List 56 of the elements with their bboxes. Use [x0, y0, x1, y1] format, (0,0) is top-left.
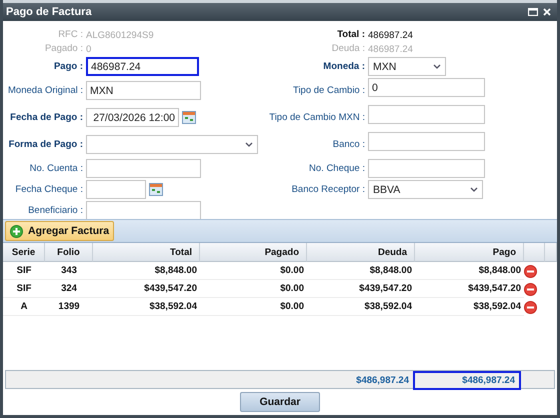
date-field[interactable]	[86, 180, 146, 199]
text-field[interactable]	[86, 159, 201, 178]
caret-icon	[245, 142, 253, 147]
column-header[interactable]: Deuda	[307, 243, 415, 262]
field-label: Deuda :	[330, 43, 365, 55]
field-label: Fecha Cheque :	[14, 184, 83, 196]
remove-icon[interactable]	[524, 282, 537, 296]
calendar-icon[interactable]	[182, 111, 196, 124]
column-header[interactable]: Pagado	[200, 243, 307, 262]
text-field[interactable]: MXN	[86, 81, 201, 100]
calendar-icon[interactable]	[149, 183, 163, 196]
dropdown[interactable]	[86, 135, 258, 154]
plus-icon	[10, 224, 23, 238]
field-value: 0	[86, 44, 92, 54]
summary-value: $486,987.24	[413, 371, 521, 390]
save-button[interactable]: Guardar	[240, 392, 320, 412]
dropdown[interactable]: MXN	[368, 57, 446, 76]
text-field[interactable]: 0	[368, 78, 485, 97]
add-invoice-button[interactable]: Agregar Factura	[5, 221, 114, 241]
field-label: Moneda :	[322, 60, 365, 72]
field-value: 486987.24	[368, 44, 413, 54]
field-label: Total :	[336, 29, 365, 41]
column-header[interactable]: Folio	[45, 243, 93, 262]
field-value: 486987.24	[368, 30, 413, 40]
field-label: No. Cheque :	[308, 162, 365, 174]
close-icon[interactable]	[543, 8, 551, 16]
text-field[interactable]	[368, 159, 485, 178]
dropdown[interactable]: BBVA	[368, 180, 483, 199]
field-label: Tipo de Cambio :	[292, 84, 365, 96]
maximize-icon[interactable]	[528, 8, 538, 16]
column-header[interactable]: Total	[93, 243, 200, 262]
remove-icon[interactable]	[524, 264, 537, 278]
text-field[interactable]	[86, 201, 201, 220]
field-label: Beneficiario :	[27, 204, 83, 216]
field-label: Moneda Original :	[7, 84, 83, 96]
remove-icon[interactable]	[524, 300, 537, 314]
date-field[interactable]: 27/03/2026 12:00	[86, 108, 179, 127]
summary-value: $486,987.24	[355, 375, 410, 386]
caret-icon	[433, 64, 441, 69]
text-field[interactable]: 486987.24	[86, 57, 199, 76]
field-label: Pagado :	[44, 43, 83, 55]
field-label: Banco :	[332, 138, 365, 150]
field-label: Pago :	[52, 60, 83, 72]
field-label: Fecha de Pago :	[9, 112, 83, 124]
caret-icon	[470, 187, 478, 192]
field-label: No. Cuenta :	[28, 162, 83, 174]
column-header[interactable]: Serie	[3, 243, 45, 262]
text-field[interactable]	[368, 132, 485, 151]
field-label: Banco Receptor :	[290, 184, 365, 196]
field-label: Forma de Pago :	[8, 138, 83, 150]
field-label: RFC :	[57, 29, 83, 41]
window-title: Pago de Factura	[6, 6, 92, 18]
field-value: ALG8601294S9	[86, 30, 154, 40]
column-header[interactable]: Pago	[415, 243, 524, 262]
field-label: Tipo de Cambio MXN :	[269, 112, 365, 124]
text-field[interactable]	[368, 105, 485, 124]
